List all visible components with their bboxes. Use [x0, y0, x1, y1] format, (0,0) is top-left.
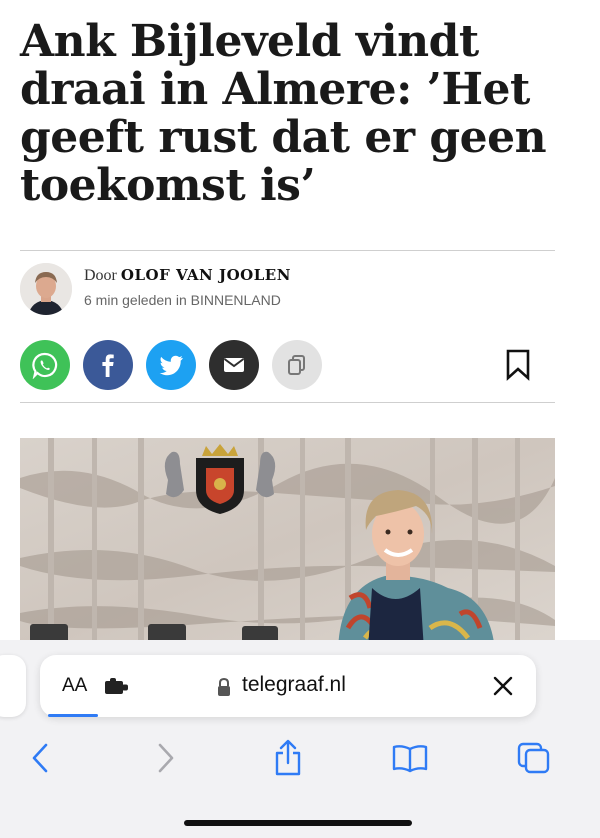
article-meta: 6 min geleden in BINNENLAND	[84, 292, 281, 308]
author-avatar[interactable]	[20, 263, 72, 315]
url-text[interactable]: telegraaf.nl	[242, 673, 346, 697]
copy-link-button[interactable]	[272, 340, 322, 390]
twitter-icon	[159, 355, 183, 376]
article-photo[interactable]	[20, 438, 555, 650]
tabs-icon	[517, 742, 550, 774]
facebook-icon	[102, 354, 114, 377]
forward-button[interactable]	[150, 738, 182, 778]
copy-link-icon	[288, 355, 305, 375]
facebook-share-button[interactable]	[83, 340, 133, 390]
close-icon[interactable]	[492, 675, 514, 697]
byline: Door OLOF VAN JOOLEN	[84, 266, 291, 285]
lock-icon	[218, 677, 230, 696]
previous-tab-preview[interactable]	[0, 655, 26, 717]
extension-icon[interactable]	[104, 678, 130, 696]
share-icon	[275, 739, 301, 776]
forward-icon	[158, 743, 174, 773]
bookmark-button[interactable]	[503, 348, 533, 382]
text-size-button[interactable]: AA	[62, 675, 87, 697]
whatsapp-icon	[32, 352, 58, 379]
bookmarks-icon	[392, 745, 428, 773]
tabs-button[interactable]	[514, 738, 554, 778]
divider	[20, 402, 555, 403]
home-indicator[interactable]	[184, 820, 412, 826]
share-button[interactable]	[268, 738, 308, 778]
address-bar[interactable]: AA telegraaf.nl	[40, 655, 536, 717]
author-name[interactable]: OLOF VAN JOOLEN	[121, 266, 291, 284]
divider	[20, 250, 555, 251]
page-load-progress	[48, 714, 98, 717]
byline-prefix: Door	[84, 267, 121, 284]
bookmark-icon	[506, 349, 530, 381]
article-headline: Ank Bijleveld vindt draai in Almere: ’He…	[20, 16, 547, 211]
bookmarks-button[interactable]	[390, 738, 430, 778]
twitter-share-button[interactable]	[146, 340, 196, 390]
text-size-label: AA	[62, 675, 88, 696]
whatsapp-share-button[interactable]	[20, 340, 70, 390]
email-share-button[interactable]	[209, 340, 259, 390]
back-icon	[32, 743, 48, 773]
email-icon	[223, 358, 245, 372]
back-button[interactable]	[24, 738, 56, 778]
